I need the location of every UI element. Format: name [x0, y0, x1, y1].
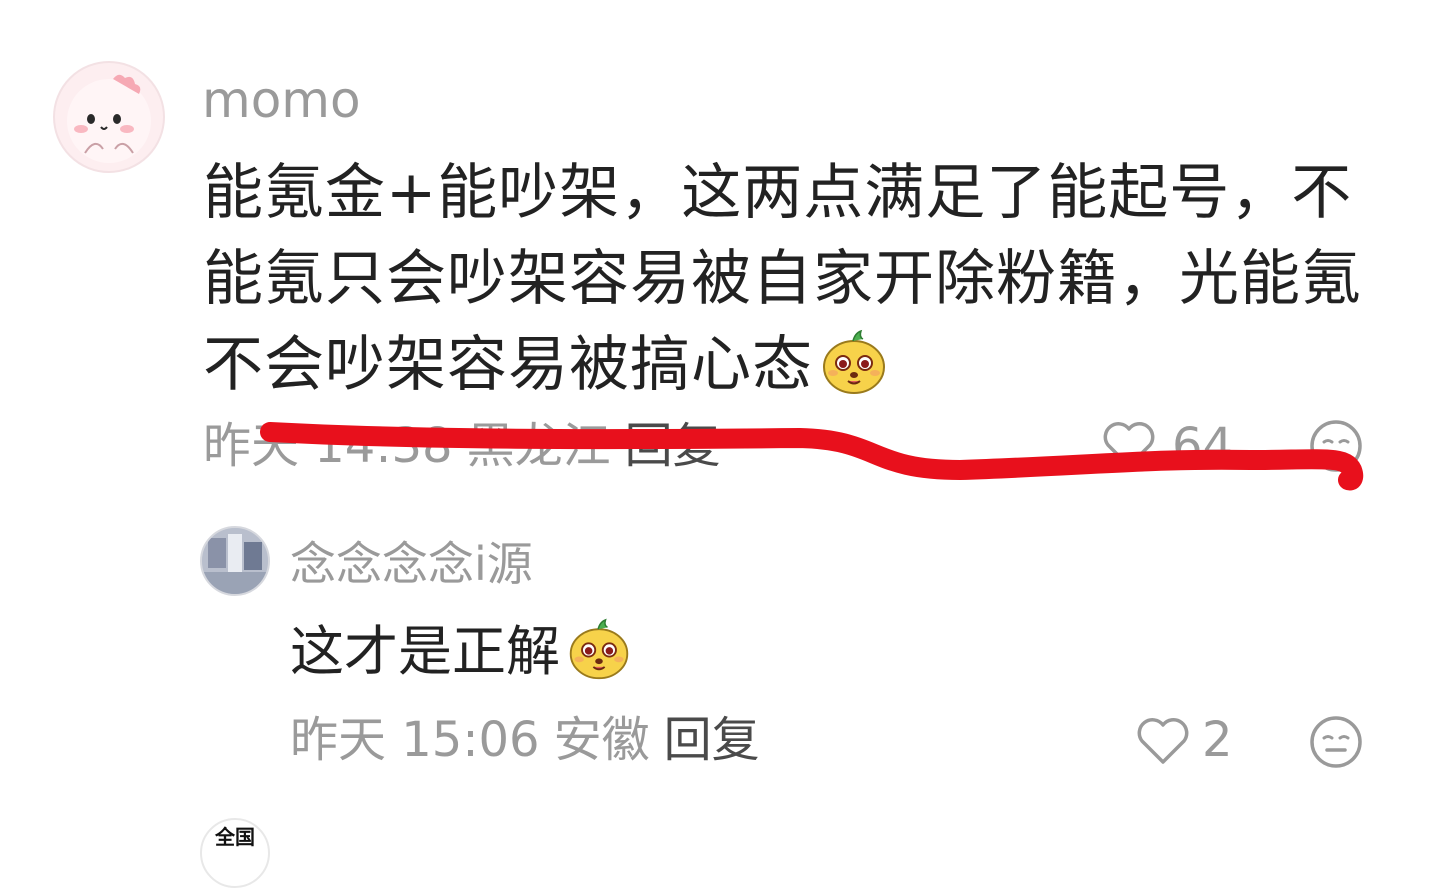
reply-time: 昨天 15:06 — [290, 712, 540, 768]
reply-username[interactable]: 念念念念i源 — [290, 536, 533, 592]
reply-reply-button[interactable]: 回复 — [664, 712, 760, 768]
next-comment-avatar[interactable]: 全国 — [200, 818, 270, 888]
reply-avatar[interactable] — [200, 526, 270, 596]
yellow-blob-emoji-icon — [566, 616, 632, 682]
reply-location: 安徽 — [553, 712, 650, 768]
reply-meta: 昨天 15:06 安徽 回复 — [290, 710, 760, 770]
meh-face-icon[interactable] — [1308, 714, 1364, 770]
heart-outline-icon[interactable] — [1134, 714, 1192, 768]
reply-text: 这才是正解 — [290, 620, 560, 683]
next-avatar-text: 全国 — [215, 825, 255, 849]
reply-like-count: 2 — [1202, 712, 1233, 768]
reply-body: 这才是正解 — [290, 616, 632, 687]
